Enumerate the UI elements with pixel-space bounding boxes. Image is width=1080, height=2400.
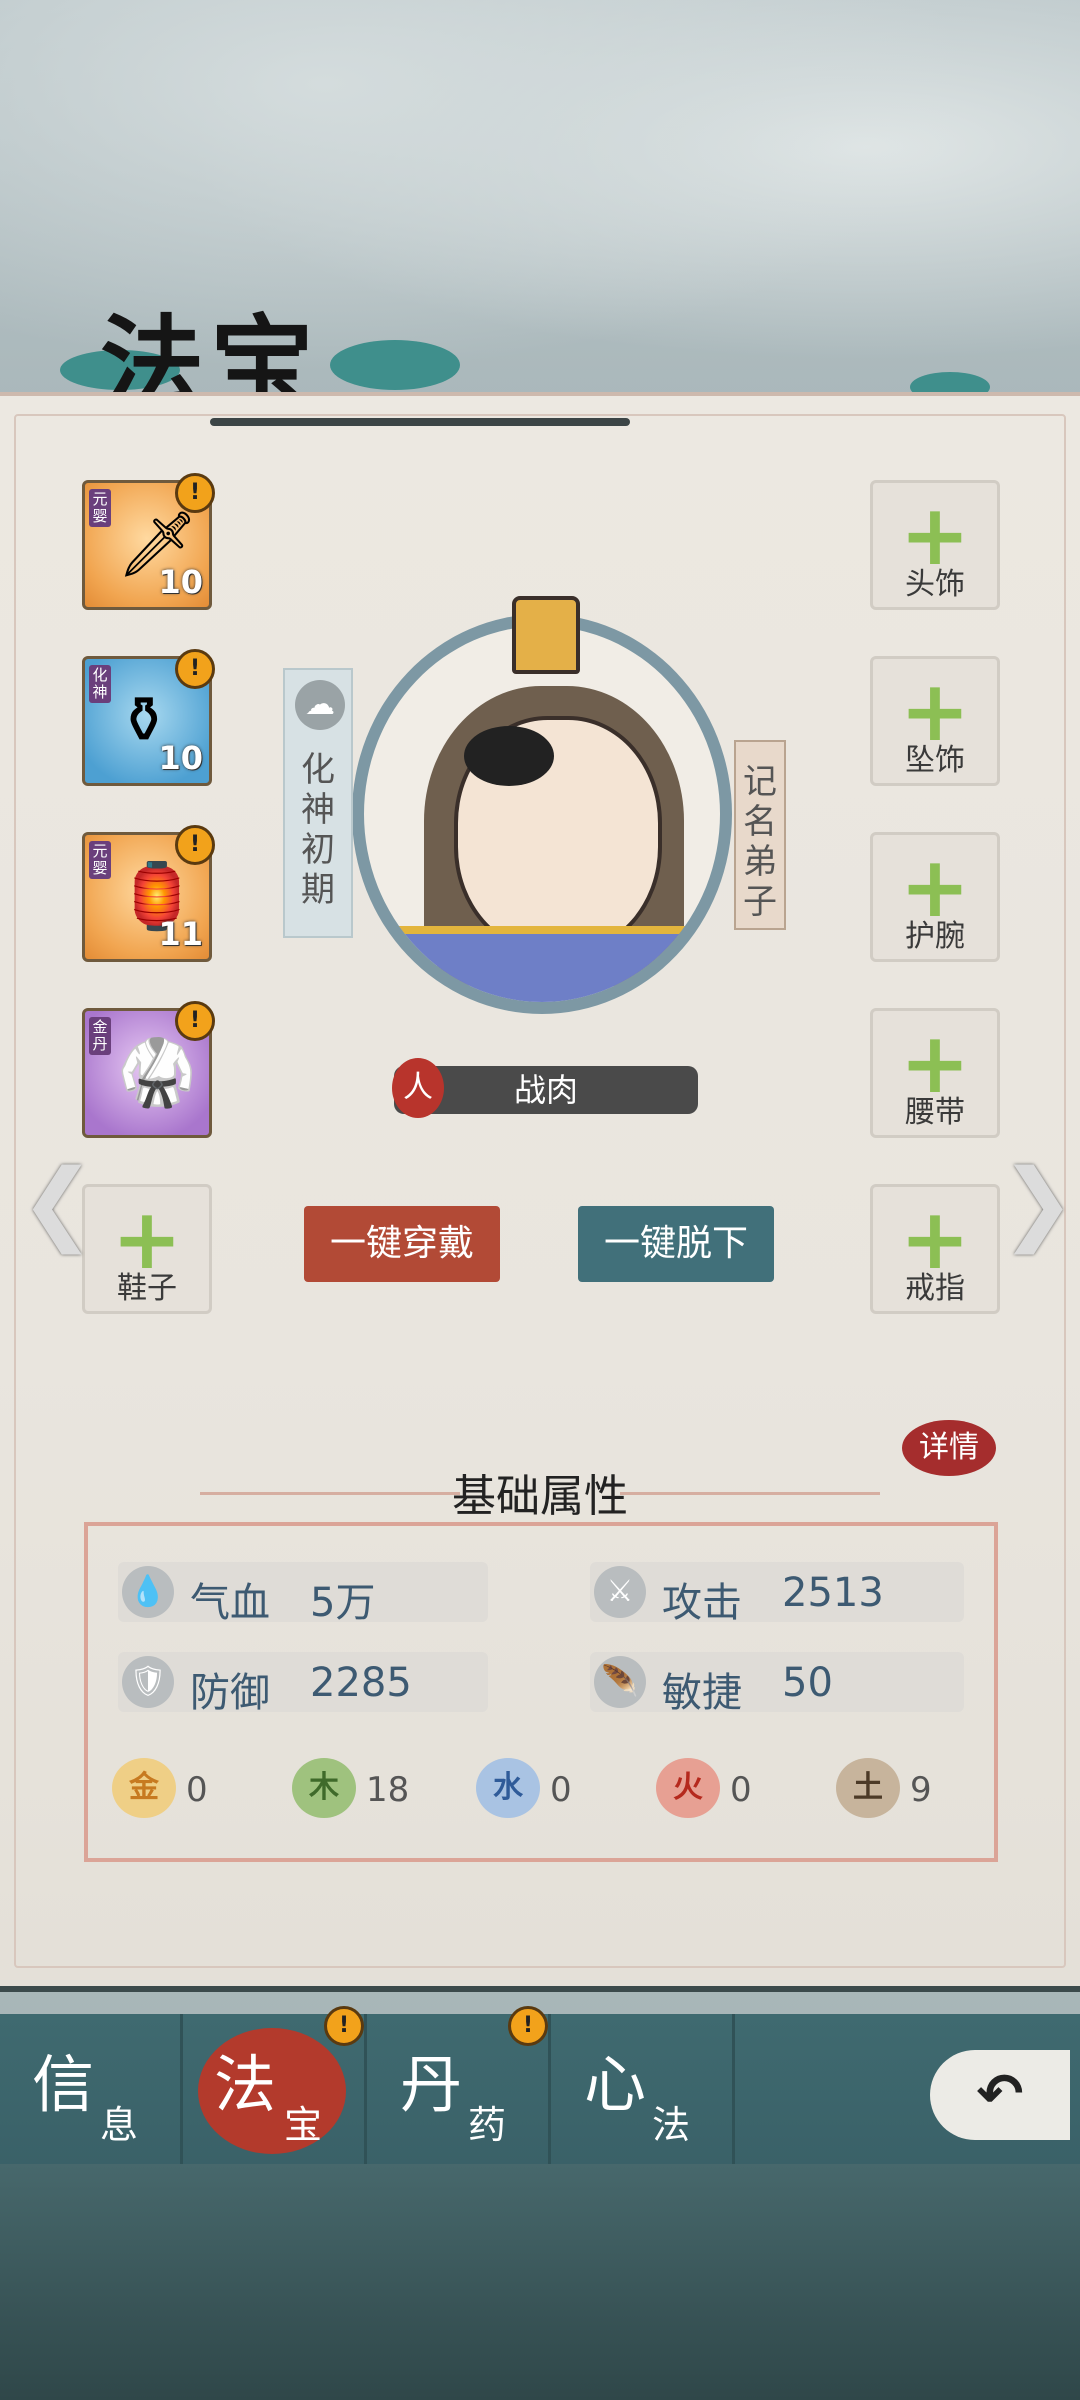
alert-icon: !: [175, 649, 215, 689]
water-icon: 水: [476, 1758, 540, 1818]
equip-slot-ding[interactable]: 化神 ⚱ ! 10: [82, 649, 215, 786]
rank-text: 记名弟子: [743, 762, 777, 922]
tab-label-big: 丹: [400, 2048, 463, 2121]
equip-slot-lantern[interactable]: 元婴 🏮 ! 11: [82, 825, 215, 962]
tier-badge: 元婴: [89, 489, 111, 527]
alert-icon: !: [175, 825, 215, 865]
slot-label: 腰带: [905, 1095, 965, 1130]
stat-value: 2513: [782, 1570, 884, 1616]
stat-attack: ⚔ 攻击 2513: [590, 1562, 964, 1626]
slot-label: 坠饰: [905, 743, 965, 778]
equip-slot-headwear[interactable]: + 头饰: [870, 480, 1000, 610]
stat-defense: 🛡 防御 2285: [118, 1652, 488, 1716]
realm-tag: ☁ 化神初期: [283, 668, 353, 938]
slot-label: 护腕: [905, 919, 965, 954]
attributes-title: 基础属性: [452, 1471, 628, 1522]
element-value: 9: [910, 1770, 932, 1810]
wood-icon: 木: [292, 1758, 356, 1818]
title-underline: [210, 418, 630, 426]
equip-slot-weapon[interactable]: 元婴 🗡 ! 10: [82, 473, 215, 610]
element-value: 0: [550, 1770, 572, 1810]
alert-icon: !: [175, 1001, 215, 1041]
tier-badge: 化神: [89, 665, 111, 703]
race-badge: 人: [392, 1058, 444, 1118]
equip-slot-shoes[interactable]: + 鞋子: [82, 1184, 212, 1314]
metal-icon: 金: [112, 1758, 176, 1818]
item-level: 10: [158, 739, 203, 777]
cloud-swirl-icon: ☁: [295, 680, 345, 730]
robe-icon: 🥋: [117, 1036, 197, 1110]
fire-icon: 火: [656, 1758, 720, 1818]
detail-button[interactable]: 详情: [902, 1420, 996, 1476]
realm-text: 化神初期: [301, 750, 335, 910]
rank-tag: 记名弟子: [734, 740, 786, 930]
crown-icon: [512, 596, 580, 674]
tab-label-big: 法: [214, 2048, 277, 2121]
attack-icon: ⚔: [594, 1566, 646, 1618]
slot-label: 鞋子: [117, 1271, 177, 1306]
stat-value: 50: [782, 1660, 833, 1706]
alert-icon: !: [324, 2006, 364, 2046]
tab-info[interactable]: 信 息: [0, 2014, 183, 2164]
eyepatch-shape: [464, 726, 554, 786]
equip-slot-bracer[interactable]: + 护腕: [870, 832, 1000, 962]
equip-slot-belt[interactable]: + 腰带: [870, 1008, 1000, 1138]
tab-pills[interactable]: 丹 药 !: [368, 2006, 551, 2164]
item-level: 11: [158, 915, 203, 953]
equip-slot-ring[interactable]: + 戒指: [870, 1184, 1000, 1314]
robe-shape: [394, 926, 714, 1002]
alert-icon: !: [508, 2006, 548, 2046]
tier-badge: 元婴: [89, 841, 111, 879]
blood-icon: 💧: [122, 1566, 174, 1618]
tier-badge: 金丹: [89, 1017, 111, 1055]
equip-slot-pendant[interactable]: + 坠饰: [870, 656, 1000, 786]
landscape-background: [0, 2164, 1080, 2400]
tab-method[interactable]: 心 法: [552, 2014, 735, 2164]
portrait-frame: [352, 614, 732, 1014]
stat-value: 2285: [310, 1660, 412, 1706]
slot-label: 头饰: [905, 567, 965, 602]
element-value: 0: [186, 1770, 208, 1810]
shield-icon: 🛡: [122, 1656, 174, 1708]
stat-value: 5万: [310, 1580, 376, 1626]
stat-name: 攻击: [662, 1580, 742, 1626]
prev-character-arrow-icon[interactable]: ❮: [20, 1150, 95, 1255]
equip-slot-robe[interactable]: 金丹 🥋 !: [82, 1001, 215, 1138]
tab-label-small: 法: [652, 2103, 691, 2147]
tab-label-small: 药: [468, 2103, 507, 2147]
wear-all-button[interactable]: 一键穿戴: [304, 1206, 500, 1282]
stat-name: 敏捷: [662, 1670, 742, 1716]
tab-label-big: 心: [584, 2048, 647, 2121]
stat-hp: 💧 气血 5万: [118, 1562, 488, 1626]
item-level: 10: [158, 563, 203, 601]
remove-all-button[interactable]: 一键脱下: [578, 1206, 774, 1282]
wing-icon: 🪶: [594, 1656, 646, 1708]
stat-name: 防御: [190, 1670, 270, 1716]
cloud-decoration: [330, 340, 460, 390]
back-arrow-icon[interactable]: ↶: [930, 2050, 1070, 2140]
slot-label: 戒指: [905, 1271, 965, 1306]
character-portrait: [352, 596, 752, 1046]
alert-icon: !: [175, 473, 215, 513]
tab-label-big: 信: [32, 2048, 95, 2121]
stat-agility: 🪶 敏捷 50: [590, 1652, 964, 1716]
element-value: 0: [730, 1770, 752, 1810]
character-name: 战肉: [513, 1071, 578, 1109]
stat-name: 气血: [190, 1580, 270, 1626]
bottom-tab-bar: 信 息 法 宝 ! 丹 药 ! 心 法: [0, 2006, 1080, 2164]
tab-label-small: 宝: [284, 2103, 323, 2147]
element-value: 18: [366, 1770, 410, 1810]
next-character-arrow-icon[interactable]: ❯: [1000, 1150, 1075, 1255]
earth-icon: 土: [836, 1758, 900, 1818]
tab-label-small: 息: [100, 2103, 139, 2147]
tab-treasure[interactable]: 法 宝 !: [184, 2006, 367, 2164]
